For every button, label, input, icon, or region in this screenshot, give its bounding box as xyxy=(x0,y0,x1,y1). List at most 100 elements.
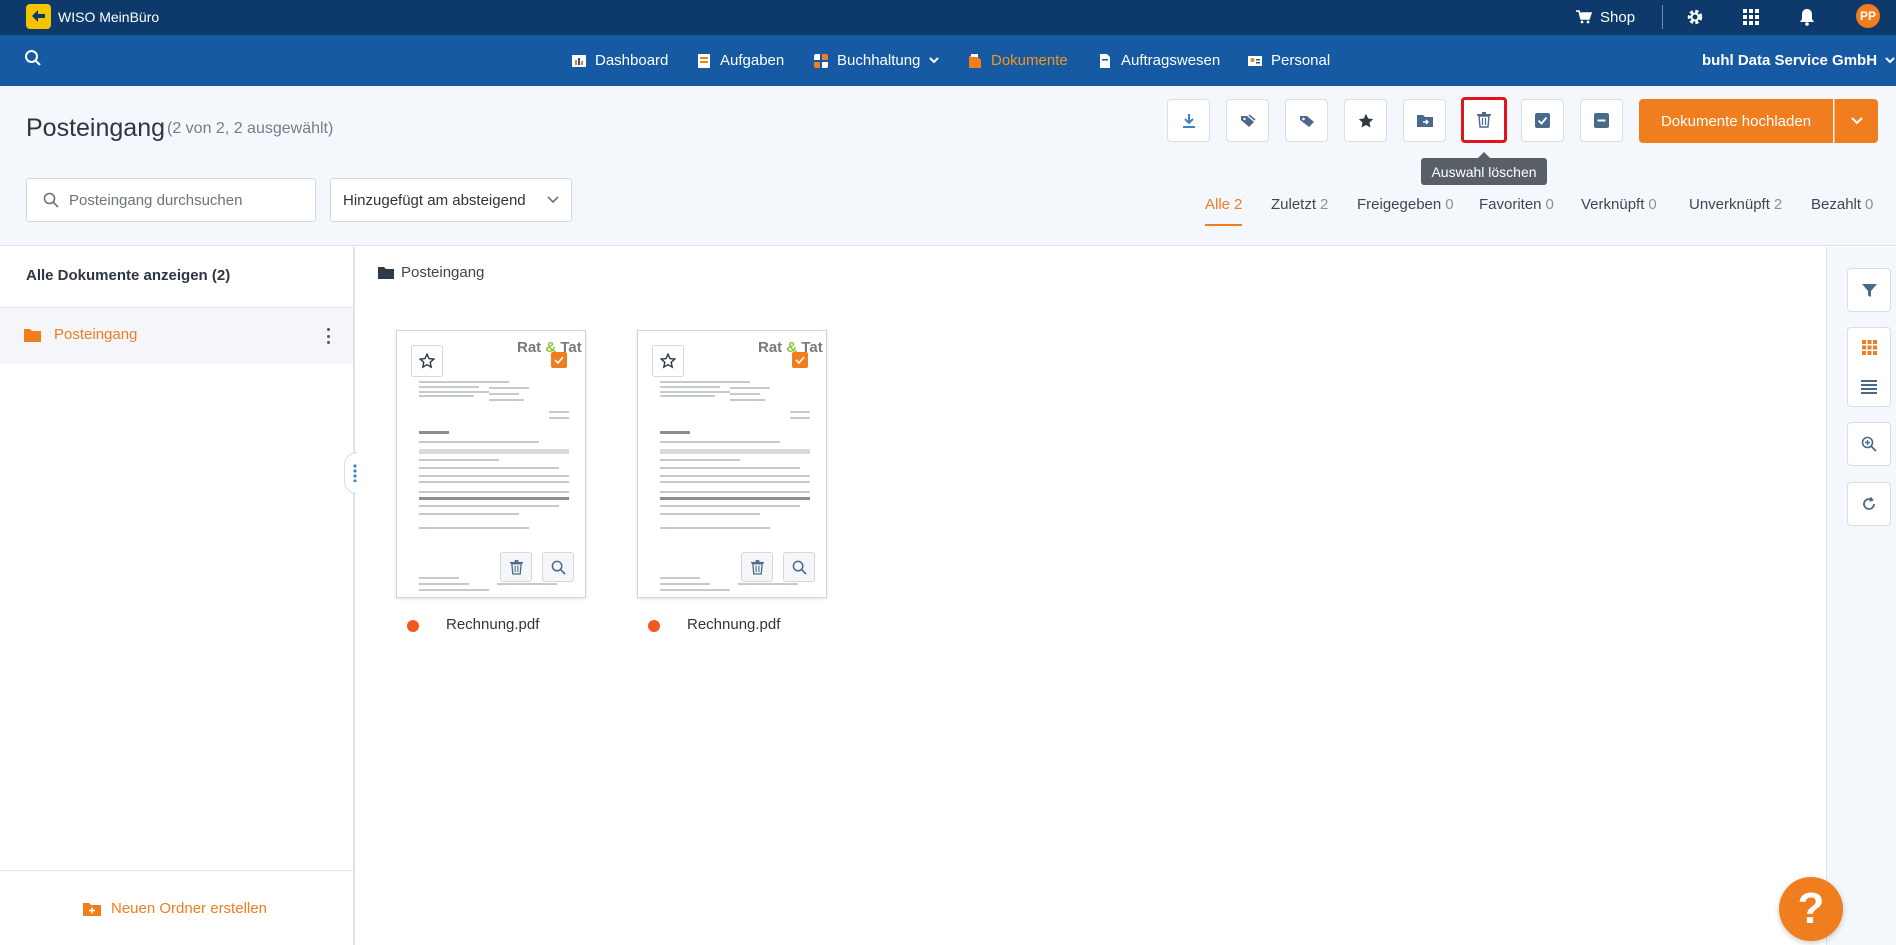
status-dot xyxy=(407,620,419,632)
zoom-button[interactable] xyxy=(1847,422,1891,466)
filter-tab-favoriten[interactable]: Favoriten 0 xyxy=(1479,196,1554,226)
star-icon xyxy=(1358,113,1373,127)
search-icon xyxy=(43,192,59,208)
favorite-button[interactable] xyxy=(1344,99,1387,142)
nav-auftragswesen[interactable]: Auftragswesen xyxy=(1098,35,1220,86)
company-name: buhl Data Service GmbH xyxy=(1702,52,1878,69)
select-all-button[interactable] xyxy=(1521,99,1564,142)
delete-document-button[interactable] xyxy=(500,552,532,582)
star-outline-icon xyxy=(419,353,435,369)
deselect-icon xyxy=(1594,113,1609,128)
tag-button[interactable] xyxy=(1285,99,1328,142)
divider xyxy=(0,870,353,871)
settings-gear-icon[interactable] xyxy=(1684,6,1706,28)
folder-menu-kebab-icon[interactable] xyxy=(322,326,334,346)
filter-tab-count: 2 xyxy=(1320,196,1329,213)
refresh-button[interactable] xyxy=(1847,482,1891,526)
nav-aufgaben-label: Aufgaben xyxy=(720,52,785,69)
preview-document-button[interactable] xyxy=(542,552,574,582)
tag-add-button[interactable] xyxy=(1226,99,1269,142)
filter-button[interactable] xyxy=(1847,268,1891,312)
filter-tab-count: 0 xyxy=(1445,196,1454,213)
nav-aufgaben[interactable]: Aufgaben xyxy=(697,35,784,86)
select-checkbox[interactable] xyxy=(551,352,567,368)
preview-document-button[interactable] xyxy=(783,552,815,582)
document-filename: Rechnung.pdf xyxy=(446,616,540,633)
filter-tab-zuletzt[interactable]: Zuletzt 2 xyxy=(1271,196,1328,226)
help-button[interactable]: ? xyxy=(1779,877,1843,941)
delete-selection-button[interactable] xyxy=(1461,97,1507,143)
search-input[interactable] xyxy=(69,191,299,209)
document-card[interactable]: Rat & Tat Rechnung.pdf xyxy=(637,330,827,633)
grid-view-button[interactable] xyxy=(1848,328,1890,367)
star-outline-icon xyxy=(660,353,676,369)
trash-icon xyxy=(509,559,523,575)
nav-personal-label: Personal xyxy=(1271,52,1331,69)
show-all-documents-link[interactable]: Alle Dokumente anzeigen (2) xyxy=(26,267,230,284)
breadcrumb: Posteingang xyxy=(378,264,484,281)
sidebar-folder-posteingang[interactable]: Posteingang xyxy=(0,308,353,364)
chevron-down-icon xyxy=(929,57,940,64)
search-icon[interactable] xyxy=(24,49,46,71)
filter-tab-count: 2 xyxy=(1234,196,1243,213)
tooltip-delete-selection: Auswahl löschen xyxy=(1421,152,1547,185)
apps-grid-icon[interactable] xyxy=(1740,6,1762,28)
sort-select[interactable]: Hinzugefügt am absteigend xyxy=(330,178,572,222)
list-view-icon xyxy=(1861,379,1877,394)
breadcrumb-current: Posteingang xyxy=(401,264,485,281)
right-tool-rail xyxy=(1826,247,1896,945)
filter-tab-label: Freigegeben xyxy=(1357,196,1442,213)
move-to-folder-button[interactable] xyxy=(1403,99,1446,142)
folder-sidebar: Alle Dokumente anzeigen (2) Posteingang … xyxy=(0,247,355,945)
nav-dashboard[interactable]: Dashboard xyxy=(572,35,668,86)
app-logo-icon xyxy=(26,4,51,29)
folder-icon xyxy=(378,267,394,279)
tag-filled-icon xyxy=(1299,115,1314,127)
filter-tab-verknuepft[interactable]: Verknüpft 0 xyxy=(1581,196,1657,226)
move-folder-icon xyxy=(1416,115,1433,127)
shop-link[interactable]: Shop xyxy=(1576,6,1635,28)
deselect-all-button[interactable] xyxy=(1580,99,1623,142)
favorite-toggle-button[interactable] xyxy=(652,345,684,377)
selection-count: (2 von 2, 2 ausgewählt) xyxy=(167,120,334,137)
sort-selected-value: Hinzugefügt am absteigend xyxy=(343,191,526,209)
page-title: Posteingang xyxy=(26,114,166,142)
filter-tab-alle[interactable]: Alle 2 xyxy=(1205,196,1243,226)
view-mode-toggle xyxy=(1847,327,1891,407)
search-field[interactable] xyxy=(26,178,316,222)
magnifier-icon xyxy=(792,560,807,575)
filter-tab-bezahlt[interactable]: Bezahlt 0 xyxy=(1811,196,1873,226)
nav-personal[interactable]: Personal xyxy=(1248,35,1330,86)
trash-icon xyxy=(750,559,764,575)
shop-label: Shop xyxy=(1600,8,1636,26)
upload-documents-button[interactable]: Dokumente hochladen xyxy=(1639,99,1833,143)
status-dot xyxy=(648,620,660,632)
nav-auftragswesen-label: Auftragswesen xyxy=(1121,52,1221,69)
filter-tab-label: Verknüpft xyxy=(1581,196,1645,213)
download-button[interactable] xyxy=(1167,99,1210,142)
filter-tab-label: Alle xyxy=(1205,196,1231,213)
select-checkbox[interactable] xyxy=(792,352,808,368)
top-bar: WISO MeinBüro Shop PP xyxy=(0,0,1896,35)
filter-tab-unverknuepft[interactable]: Unverknüpft 2 xyxy=(1689,196,1782,226)
delete-document-button[interactable] xyxy=(741,552,773,582)
upload-options-dropdown[interactable] xyxy=(1834,99,1878,143)
filter-tab-label: Favoriten xyxy=(1479,196,1542,213)
document-grid-area: Posteingang Rat & Tat Rechnung.pdf Rat &… xyxy=(357,247,1826,945)
list-view-button[interactable] xyxy=(1848,367,1890,406)
new-folder-button[interactable]: Neuen Ordner erstellen xyxy=(83,900,267,917)
filter-funnel-icon xyxy=(1861,283,1877,297)
nav-dokumente[interactable]: Dokumente xyxy=(968,35,1068,86)
nav-dashboard-label: Dashboard xyxy=(595,52,669,69)
filter-tab-count: 0 xyxy=(1648,196,1657,213)
document-card[interactable]: Rat & Tat Rechnung.pdf xyxy=(396,330,586,633)
notification-bell-icon[interactable] xyxy=(1796,6,1818,28)
filter-tab-freigegeben[interactable]: Freigegeben 0 xyxy=(1357,196,1454,226)
grid-view-icon xyxy=(1861,340,1877,355)
checkmark-icon xyxy=(795,356,805,364)
filter-tab-label: Zuletzt xyxy=(1271,196,1317,213)
user-avatar[interactable]: PP xyxy=(1856,4,1880,28)
company-switcher[interactable]: buhl Data Service GmbH xyxy=(1702,35,1895,86)
favorite-toggle-button[interactable] xyxy=(411,345,443,377)
nav-buchhaltung[interactable]: Buchhaltung xyxy=(814,35,940,86)
